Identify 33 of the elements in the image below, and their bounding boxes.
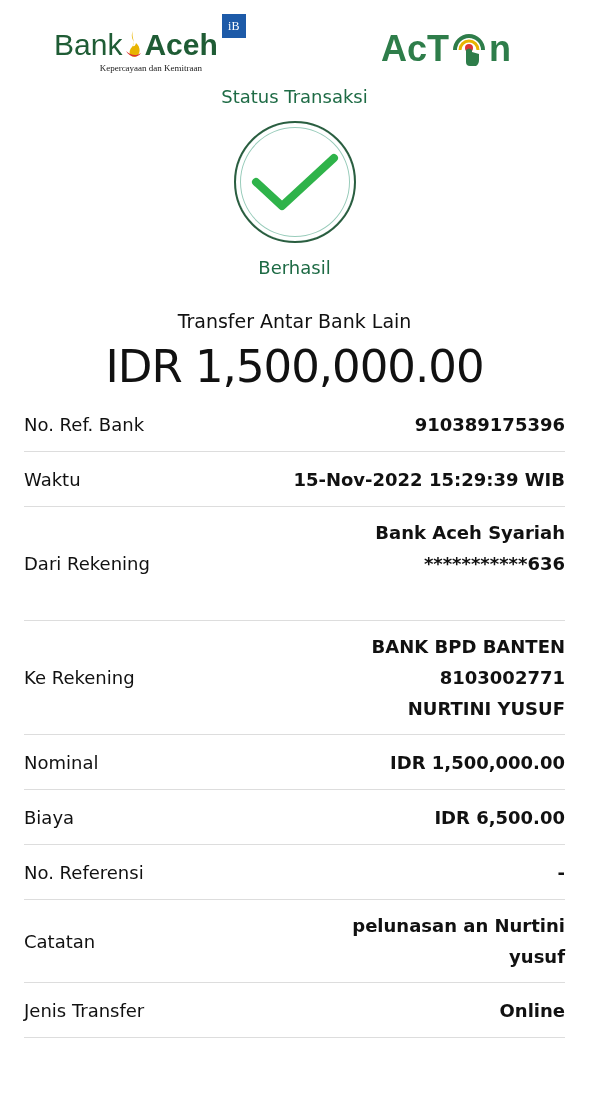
detail-value: 910389175396 <box>414 412 565 437</box>
detail-value: - <box>557 860 565 885</box>
app-logo-text: AcT <box>381 30 449 68</box>
detail-value: Online <box>499 998 565 1023</box>
detail-value: BANK BPD BANTEN <box>371 635 565 659</box>
detail-label: Ke Rekening <box>24 667 135 688</box>
bank-tagline: Kepercayaan dan Kemitraan <box>99 63 203 73</box>
detail-value: 8103002771 <box>439 666 565 690</box>
detail-label: Nominal <box>24 751 99 773</box>
status-title: Status Transaksi <box>220 86 369 107</box>
detail-value: Bank Aceh Syariah <box>375 521 565 545</box>
app-logo-text: n <box>489 30 511 68</box>
transaction-amount: IDR 1,500,000.00 <box>104 340 485 393</box>
detail-value: NURTINI YUSUF <box>407 697 565 721</box>
detail-value: ***********636 <box>423 552 565 576</box>
bank-logo-text: Aceh <box>144 28 218 62</box>
transaction-type: Transfer Antar Bank Lain <box>176 310 413 332</box>
detail-label: Catatan <box>24 930 96 952</box>
detail-label: No. Referensi <box>24 861 144 883</box>
detail-value: IDR 6,500.00 <box>434 805 565 830</box>
bank-logo-text: Bank <box>54 28 123 62</box>
detail-label: Biaya <box>24 806 75 828</box>
detail-label: Dari Rekening <box>24 553 150 574</box>
status-result: Berhasil <box>257 257 332 278</box>
detail-label: Waktu <box>24 468 81 490</box>
detail-label: Jenis Transfer <box>24 999 145 1021</box>
detail-value: pelunasan an Nurtini <box>352 914 565 938</box>
detail-label: No. Ref. Bank <box>24 413 145 435</box>
ib-badge: iB <box>221 14 246 38</box>
detail-value: 15-Nov-2022 15:29:39 WIB <box>293 467 565 492</box>
detail-value: yusuf <box>509 945 565 969</box>
checkmark-icon <box>249 152 340 212</box>
detail-value: IDR 1,500,000.00 <box>390 750 565 775</box>
